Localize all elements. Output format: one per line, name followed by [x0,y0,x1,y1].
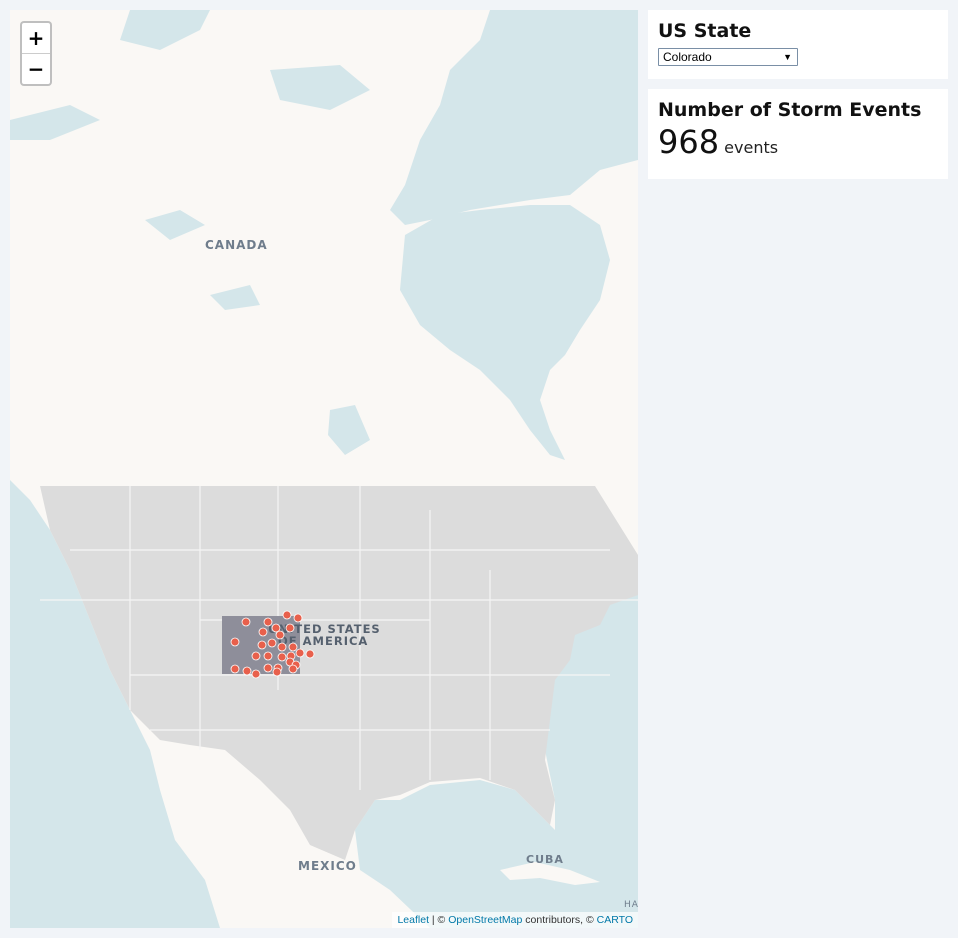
storm-marker[interactable] [285,623,295,633]
zoom-control: + − [20,21,52,86]
osm-link[interactable]: OpenStreetMap [448,914,522,926]
storm-marker[interactable] [241,617,251,627]
storm-marker[interactable] [288,642,298,652]
storm-marker[interactable] [277,642,287,652]
storm-marker[interactable] [230,637,240,647]
chevron-down-icon: ▼ [783,52,792,62]
storm-marker[interactable] [263,651,273,661]
storm-markers [230,610,315,679]
storm-marker[interactable] [293,613,303,623]
storm-marker[interactable] [263,663,273,673]
storm-marker[interactable] [251,651,261,661]
state-select[interactable]: Colorado ▼ [658,48,798,66]
storm-marker[interactable] [251,669,261,679]
state-panel: US State Colorado ▼ [648,10,948,79]
map-attribution: Leaflet | © OpenStreetMap contributors, … [392,912,638,928]
events-panel-title: Number of Storm Events [658,99,922,121]
storm-marker[interactable] [267,638,277,648]
storm-marker[interactable] [242,666,252,676]
map[interactable]: CANADA UNITED STATES OF AMERICA MEXICO C… [10,10,638,928]
attribution-contrib: contributors, © [522,914,597,926]
storm-marker[interactable] [257,640,267,650]
events-unit: events [724,138,779,157]
attribution-sep: | © [429,914,449,926]
storm-marker[interactable] [230,664,240,674]
storm-marker[interactable] [275,630,285,640]
carto-link[interactable]: CARTO [597,914,633,926]
storm-marker[interactable] [263,617,273,627]
state-select-value: Colorado [663,50,712,64]
storm-marker[interactable] [282,610,292,620]
storm-marker[interactable] [305,649,315,659]
events-count: 968 [658,123,720,161]
storm-marker[interactable] [277,652,287,662]
storm-marker[interactable] [272,667,282,677]
zoom-out-button[interactable]: − [22,54,50,84]
zoom-in-button[interactable]: + [22,23,50,54]
storm-marker[interactable] [258,627,268,637]
events-panel: Number of Storm Events 968 events [648,89,948,179]
leaflet-link[interactable]: Leaflet [397,914,429,926]
storm-marker[interactable] [295,648,305,658]
storm-marker[interactable] [288,664,298,674]
state-panel-title: US State [658,20,752,42]
